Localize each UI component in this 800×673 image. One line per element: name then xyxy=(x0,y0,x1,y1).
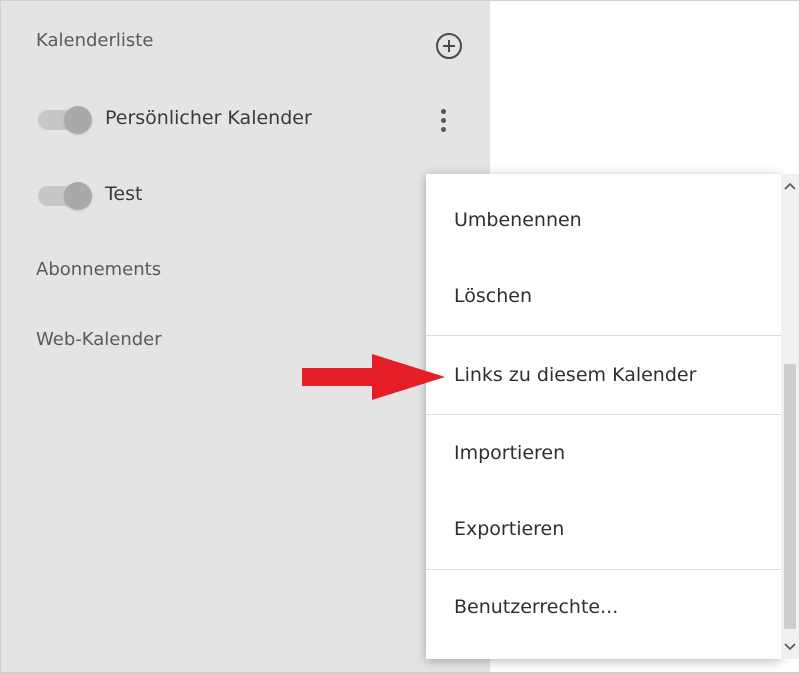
menu-item-delete[interactable]: Löschen xyxy=(426,258,781,334)
chevron-down-icon xyxy=(784,643,796,651)
scrollbar-thumb[interactable] xyxy=(784,364,796,629)
calendar-toggle[interactable] xyxy=(38,182,92,210)
calendar-sidebar: Kalenderliste Persönlicher Kalender Test… xyxy=(1,1,490,672)
subscriptions-title[interactable]: Abonnements xyxy=(36,259,161,280)
menu-item-import[interactable]: Importieren xyxy=(426,415,781,491)
calendar-item-label: Test xyxy=(105,183,143,205)
chevron-up-icon xyxy=(784,182,796,190)
calendar-item-personal[interactable]: Persönlicher Kalender xyxy=(1,100,490,140)
menu-item-rename[interactable]: Umbenennen xyxy=(426,182,781,258)
scroll-down-button[interactable] xyxy=(781,639,799,655)
web-calendar-title[interactable]: Web-Kalender xyxy=(36,329,162,350)
menu-scrollbar[interactable] xyxy=(781,174,799,659)
add-calendar-button[interactable] xyxy=(432,29,466,63)
calendar-context-menu: Umbenennen Löschen Links zu diesem Kalen… xyxy=(426,174,781,659)
calendar-item-test[interactable]: Test xyxy=(1,176,490,216)
red-arrow-icon xyxy=(302,354,445,400)
calendar-options-button[interactable] xyxy=(429,100,457,140)
menu-divider xyxy=(426,335,781,336)
calendar-list-title: Kalenderliste xyxy=(36,30,154,51)
calendar-toggle[interactable] xyxy=(38,106,92,134)
calendar-item-label: Persönlicher Kalender xyxy=(105,107,312,129)
menu-item-permissions[interactable]: Benutzerrechte... xyxy=(426,569,781,645)
scroll-up-button[interactable] xyxy=(781,178,799,194)
menu-item-export[interactable]: Exportieren xyxy=(426,491,781,567)
plus-circle-icon xyxy=(436,33,462,59)
menu-item-calendar-links[interactable]: Links zu diesem Kalender xyxy=(426,337,781,413)
